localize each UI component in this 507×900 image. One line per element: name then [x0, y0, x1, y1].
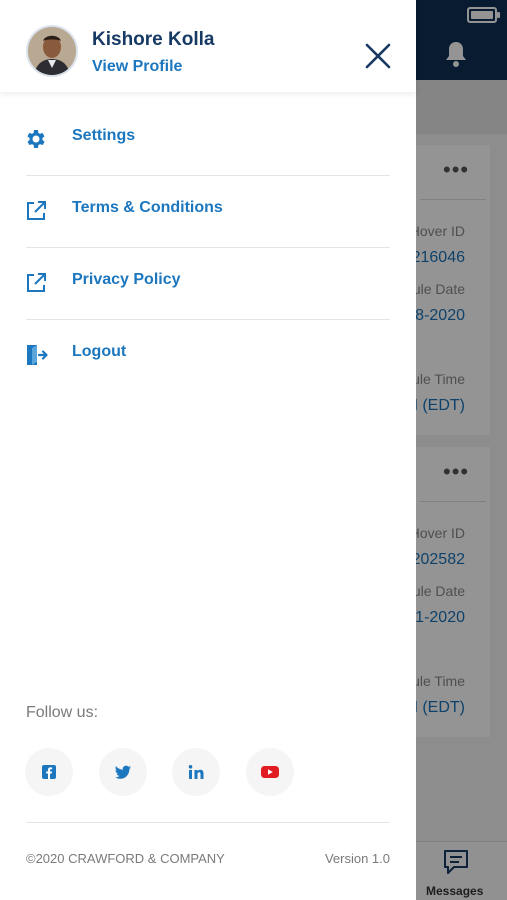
copyright-text: ©2020 CRAWFORD & COMPANY [26, 851, 225, 866]
user-name: Kishore Kolla [92, 29, 215, 50]
menu-item-privacy[interactable]: Privacy Policy [0, 247, 416, 319]
logout-icon [27, 345, 48, 365]
footer-divider [26, 822, 390, 823]
linkedin-icon [188, 765, 204, 779]
twitter-button[interactable] [99, 748, 147, 796]
external-link-icon [27, 273, 46, 292]
facebook-button[interactable] [25, 748, 73, 796]
view-profile-link[interactable]: View Profile [92, 58, 182, 76]
gear-icon [27, 130, 45, 148]
version-text: Version 1.0 [324, 851, 390, 866]
menu-label: Settings [72, 127, 136, 144]
twitter-icon [115, 765, 131, 779]
follow-us-label: Follow us: [26, 704, 99, 721]
menu-item-settings[interactable]: Settings [0, 103, 416, 175]
menu-label: Terms & Conditions [72, 199, 223, 216]
external-link-icon [27, 201, 46, 220]
user-photo-icon [28, 27, 76, 75]
avatar[interactable] [26, 25, 78, 77]
menu-item-logout[interactable]: Logout [0, 319, 416, 391]
facebook-icon [42, 765, 56, 779]
linkedin-button[interactable] [172, 748, 220, 796]
close-icon[interactable] [362, 40, 394, 72]
menu-item-terms[interactable]: Terms & Conditions [0, 175, 416, 247]
menu-label: Logout [72, 343, 127, 360]
menu-label: Privacy Policy [72, 271, 181, 288]
youtube-button[interactable] [246, 748, 294, 796]
navigation-drawer: Kishore Kolla View Profile Settings Term… [0, 0, 416, 900]
youtube-icon [261, 766, 279, 778]
drawer-header: Kishore Kolla View Profile [0, 0, 416, 92]
